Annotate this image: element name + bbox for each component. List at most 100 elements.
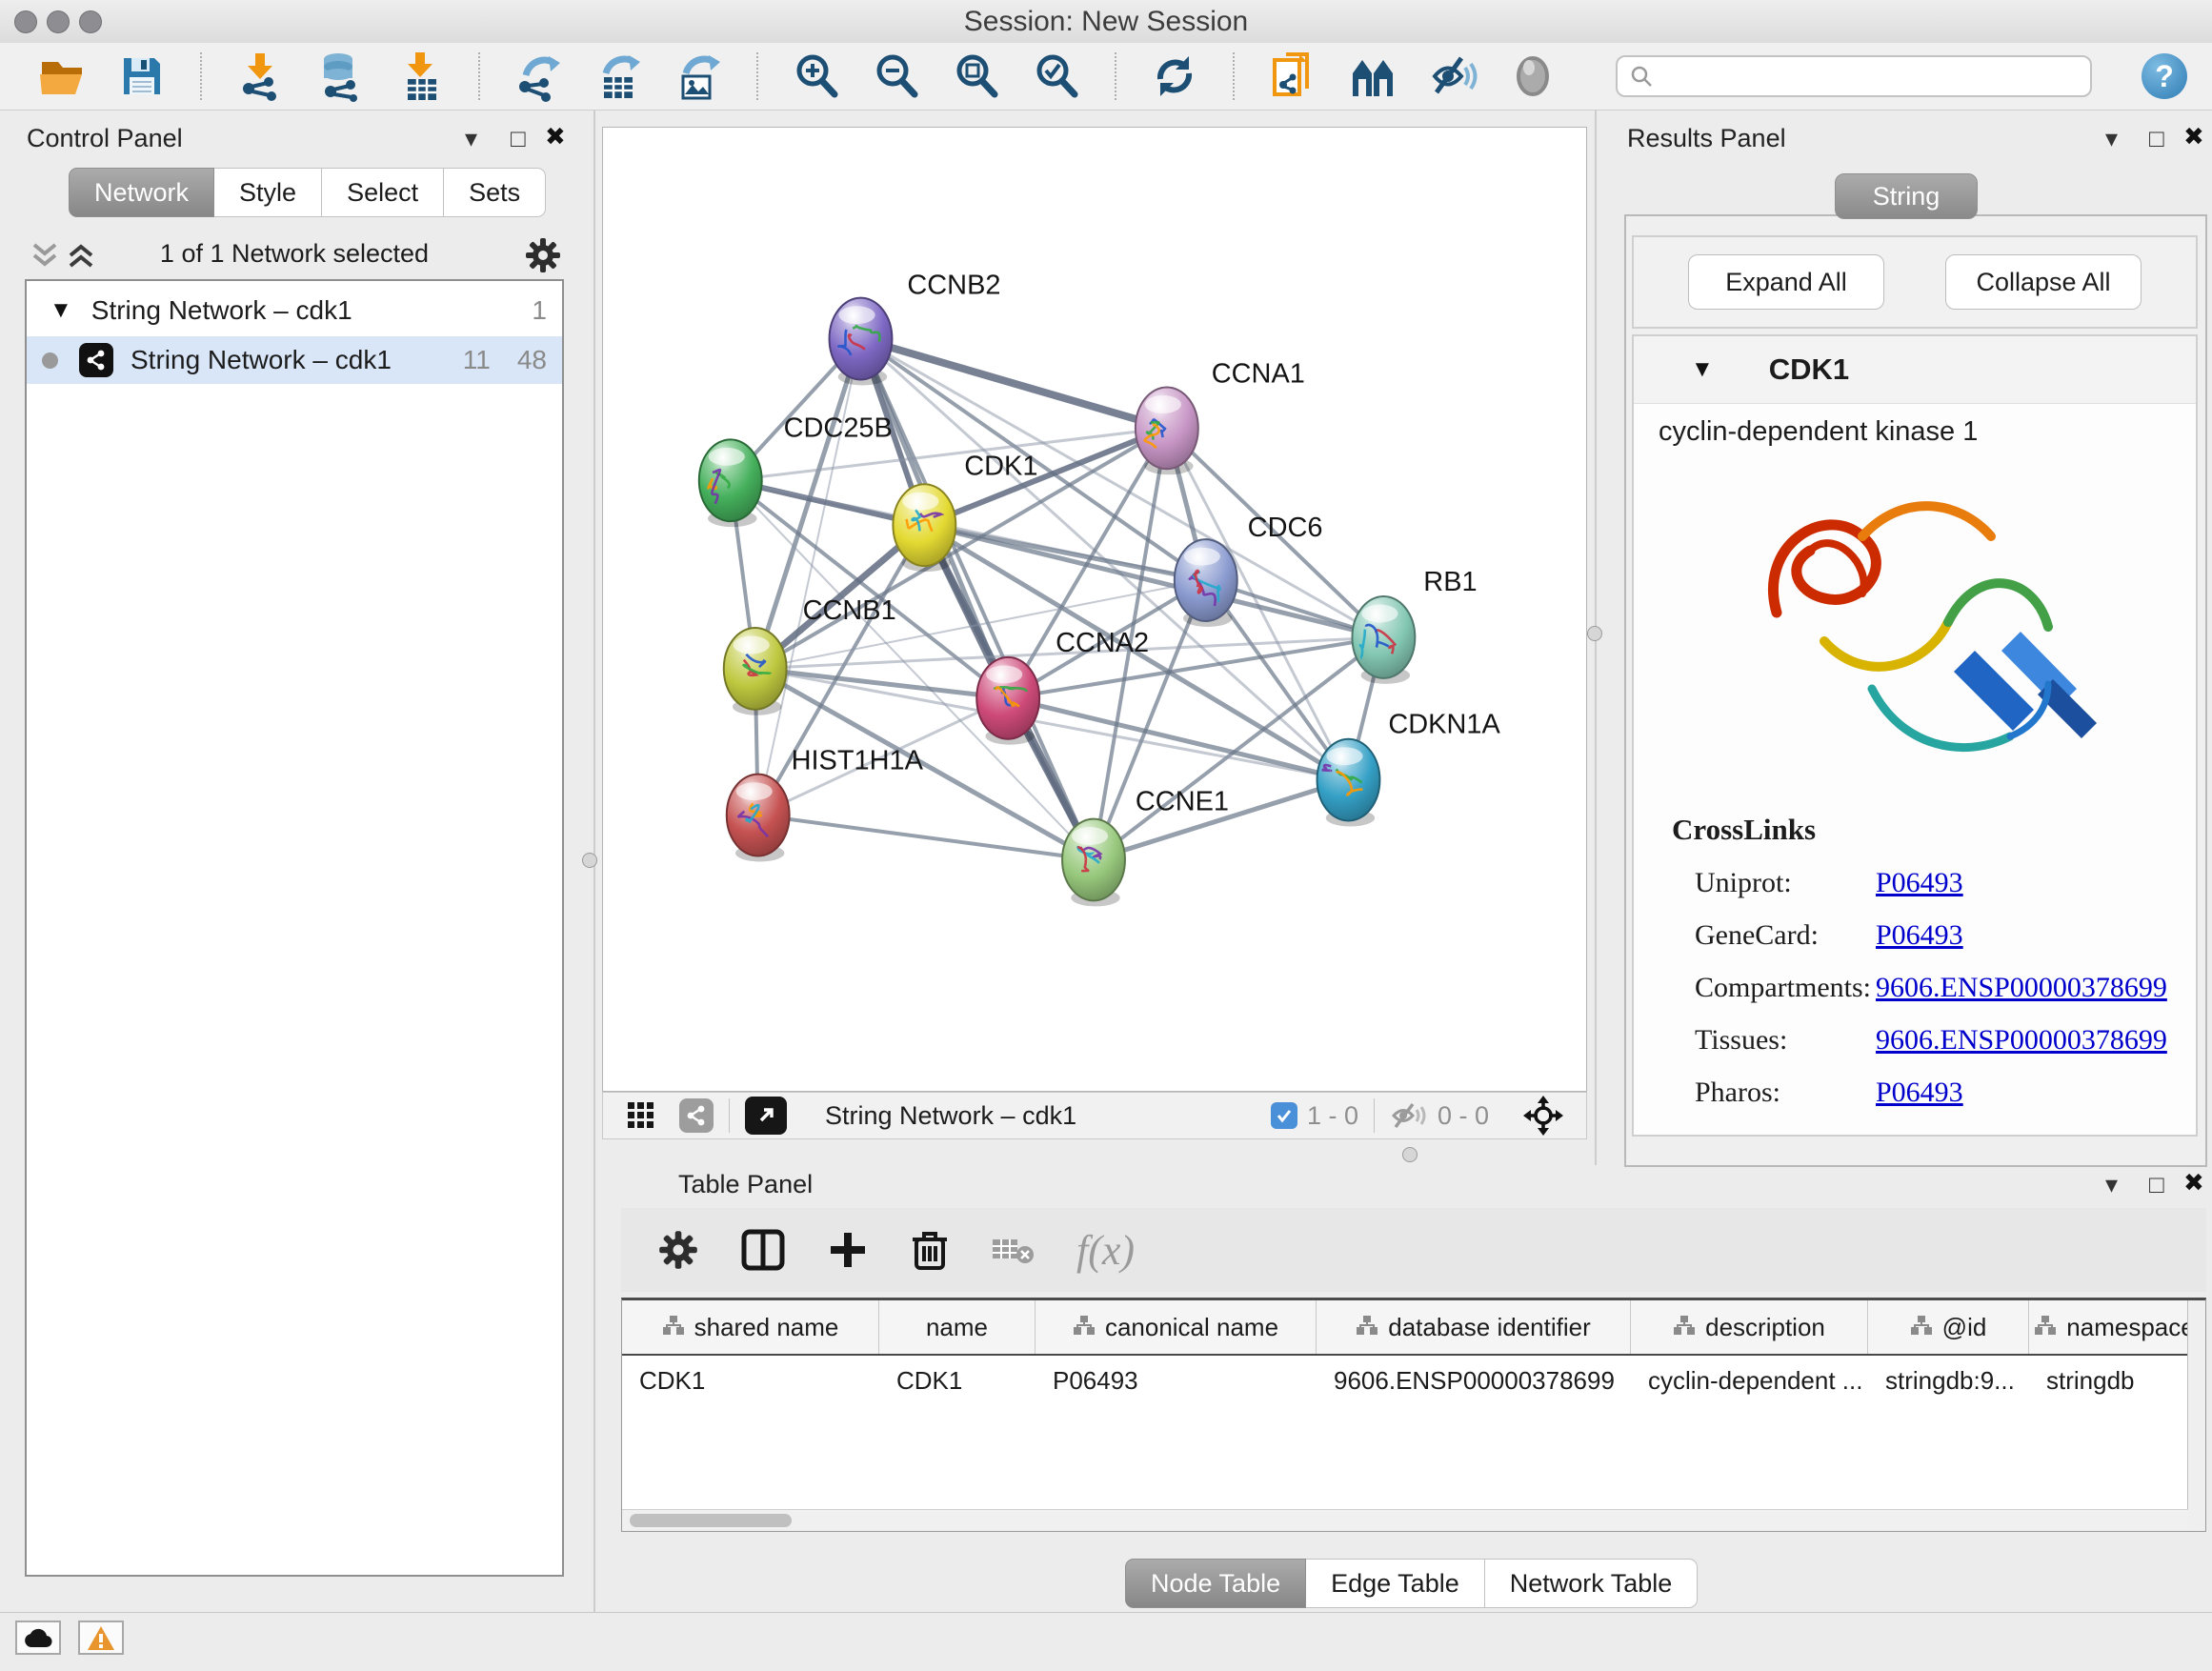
panel-close-icon[interactable]: ✖ — [2183, 1168, 2204, 1198]
node-label: CDC25B — [784, 413, 893, 443]
network-node-ccnb2[interactable]: CCNB2 — [830, 271, 1001, 386]
vertical-scrollbar[interactable] — [2187, 1300, 2205, 1531]
panel-menu-icon[interactable]: ▾ — [465, 124, 477, 153]
crosslink-row: Compartments:9606.ENSP00000378699 — [1672, 972, 2181, 1004]
new-network-from-selection-icon[interactable] — [1267, 50, 1318, 102]
column-header-shared-name[interactable]: shared name — [622, 1300, 879, 1354]
column-header-name[interactable]: name — [879, 1300, 1036, 1354]
tab-sets[interactable]: Sets — [444, 168, 546, 217]
cell-database-identifier[interactable]: 9606.ENSP00000378699 — [1317, 1356, 1631, 1405]
cell-id[interactable]: stringdb:9... — [1868, 1356, 2029, 1405]
grid-view-icon[interactable] — [626, 1100, 656, 1131]
network-selector-bar: 1 of 1 Network selected — [25, 233, 564, 277]
crosslink-pharoslink[interactable]: P06493 — [1876, 1077, 1963, 1109]
tab-style[interactable]: Style — [214, 168, 322, 217]
open-in-window-button[interactable] — [745, 1097, 787, 1135]
tab-select[interactable]: Select — [322, 168, 444, 217]
gear-icon[interactable] — [657, 1229, 699, 1271]
hide-selected-icon[interactable] — [1427, 50, 1478, 102]
export-table-icon[interactable] — [593, 50, 644, 102]
panel-menu-icon[interactable]: ▾ — [2105, 124, 2118, 153]
apply-layout-icon[interactable] — [1149, 50, 1200, 102]
add-column-icon[interactable] — [827, 1229, 869, 1271]
network-view-statusbar: String Network – cdk1 1 - 0 0 - 0 — [602, 1092, 1587, 1139]
cell-name[interactable]: CDK1 — [879, 1356, 1036, 1405]
warnings-button[interactable] — [78, 1621, 124, 1655]
panel-close-icon[interactable]: ✖ — [2183, 122, 2204, 151]
import-network-database-icon[interactable] — [314, 50, 366, 102]
import-network-file-icon[interactable] — [234, 50, 286, 102]
panel-float-icon[interactable]: □ — [511, 124, 526, 153]
network-edge[interactable] — [758, 339, 861, 815]
network-view-canvas[interactable]: CCNB2CCNA1CDC25BCDK1CDC6RB1CCNB1CCNA2CDK… — [602, 127, 1587, 1092]
panel-float-icon[interactable]: □ — [2149, 1170, 2164, 1199]
network-node-cdkn1a[interactable]: CDKN1A — [1317, 710, 1501, 827]
show-all-icon[interactable] — [1507, 50, 1558, 102]
network-node-rb1[interactable]: RB1 — [1352, 567, 1477, 684]
expand-all-button[interactable]: Expand All — [1688, 254, 1884, 310]
network-label: String Network – cdk1 — [131, 345, 392, 375]
collapse-arrow-icon[interactable]: ▼ — [50, 297, 72, 324]
splitter-handle[interactable] — [1587, 626, 1602, 641]
network-node-ccna1[interactable]: CCNA1 — [1136, 358, 1305, 474]
splitter-handle[interactable] — [1402, 1147, 1418, 1162]
column-type-icon — [1673, 1313, 1696, 1342]
import-table-file-icon[interactable] — [394, 50, 446, 102]
collapse-all-button[interactable]: Collapse All — [1945, 254, 2142, 310]
panel-close-icon[interactable]: ✖ — [545, 122, 566, 151]
delete-table-icon[interactable] — [991, 1234, 1035, 1266]
cell-shared-name[interactable]: CDK1 — [622, 1356, 879, 1405]
panel-menu-icon[interactable]: ▾ — [2105, 1170, 2118, 1199]
column-header-database-identifier[interactable]: database identifier — [1317, 1300, 1631, 1354]
panel-float-icon[interactable]: □ — [2149, 124, 2164, 153]
zoom-in-icon[interactable] — [791, 50, 842, 102]
export-network-icon[interactable] — [513, 50, 564, 102]
column-header-canonical-name[interactable]: canonical name — [1036, 1300, 1317, 1354]
open-session-icon[interactable] — [36, 50, 88, 102]
cell-description[interactable]: cyclin-dependent ... — [1631, 1356, 1868, 1405]
crosslink-compartmentslink[interactable]: 9606.ENSP00000378699 — [1876, 972, 2167, 1004]
horizontal-scrollbar[interactable] — [622, 1509, 2188, 1531]
column-header-description[interactable]: description — [1631, 1300, 1868, 1354]
columns-icon[interactable] — [741, 1229, 785, 1271]
network-collection-row[interactable]: ▼ String Network – cdk1 1 — [27, 287, 562, 334]
collapse-arrow-icon[interactable]: ▼ — [1691, 356, 1714, 383]
scrollbar-thumb[interactable] — [630, 1514, 792, 1527]
help-button[interactable]: ? — [2142, 53, 2187, 99]
crosslink-uniprotlink[interactable]: P06493 — [1876, 867, 1963, 899]
table-row[interactable]: CDK1CDK1P064939606.ENSP00000378699cyclin… — [622, 1356, 2205, 1405]
zoom-out-icon[interactable] — [871, 50, 922, 102]
tab-node-table[interactable]: Node Table — [1125, 1559, 1306, 1608]
pan-crosshair-icon[interactable] — [1521, 1094, 1565, 1137]
zoom-selected-icon[interactable] — [1031, 50, 1082, 102]
zoom-fit-icon[interactable] — [951, 50, 1002, 102]
first-neighbors-icon[interactable] — [1347, 50, 1398, 102]
tab-string[interactable]: String — [1835, 173, 1978, 219]
delete-column-icon[interactable] — [911, 1228, 949, 1272]
crosslink-genecardlink[interactable]: P06493 — [1876, 919, 1963, 952]
gene-entry-header[interactable]: ▼ CDK1 — [1634, 336, 2196, 404]
tab-network-table[interactable]: Network Table — [1485, 1559, 1699, 1608]
tab-network[interactable]: Network — [69, 168, 214, 217]
column-header-id[interactable]: @id — [1868, 1300, 2029, 1354]
table-panel-title: Table Panel — [678, 1170, 813, 1199]
search-field[interactable] — [1616, 55, 2092, 97]
network-row-selected[interactable]: String Network – cdk1 11 48 — [27, 336, 562, 384]
network-node-ccne1[interactable]: CCNE1 — [1062, 787, 1229, 907]
splitter-handle[interactable] — [582, 853, 597, 868]
column-header-namespace[interactable]: namespace — [2029, 1300, 2201, 1354]
crosslink-tissueslink[interactable]: 9606.ENSP00000378699 — [1876, 1024, 2167, 1057]
function-builder-icon[interactable]: f(x) — [1076, 1226, 1135, 1275]
network-edge[interactable] — [758, 815, 1094, 860]
cloud-button[interactable] — [15, 1621, 61, 1655]
save-session-icon[interactable] — [116, 50, 168, 102]
selected-checkbox-icon[interactable] — [1271, 1102, 1297, 1129]
search-input[interactable] — [1661, 61, 2065, 92]
network-edge[interactable] — [860, 339, 1166, 429]
gear-icon[interactable] — [524, 236, 562, 274]
cell-canonical-name[interactable]: P06493 — [1036, 1356, 1317, 1405]
network-share-icon[interactable] — [679, 1098, 714, 1133]
tab-edge-table[interactable]: Edge Table — [1306, 1559, 1485, 1608]
export-image-icon[interactable] — [673, 50, 724, 102]
cell-namespace[interactable]: stringdb — [2029, 1356, 2201, 1405]
